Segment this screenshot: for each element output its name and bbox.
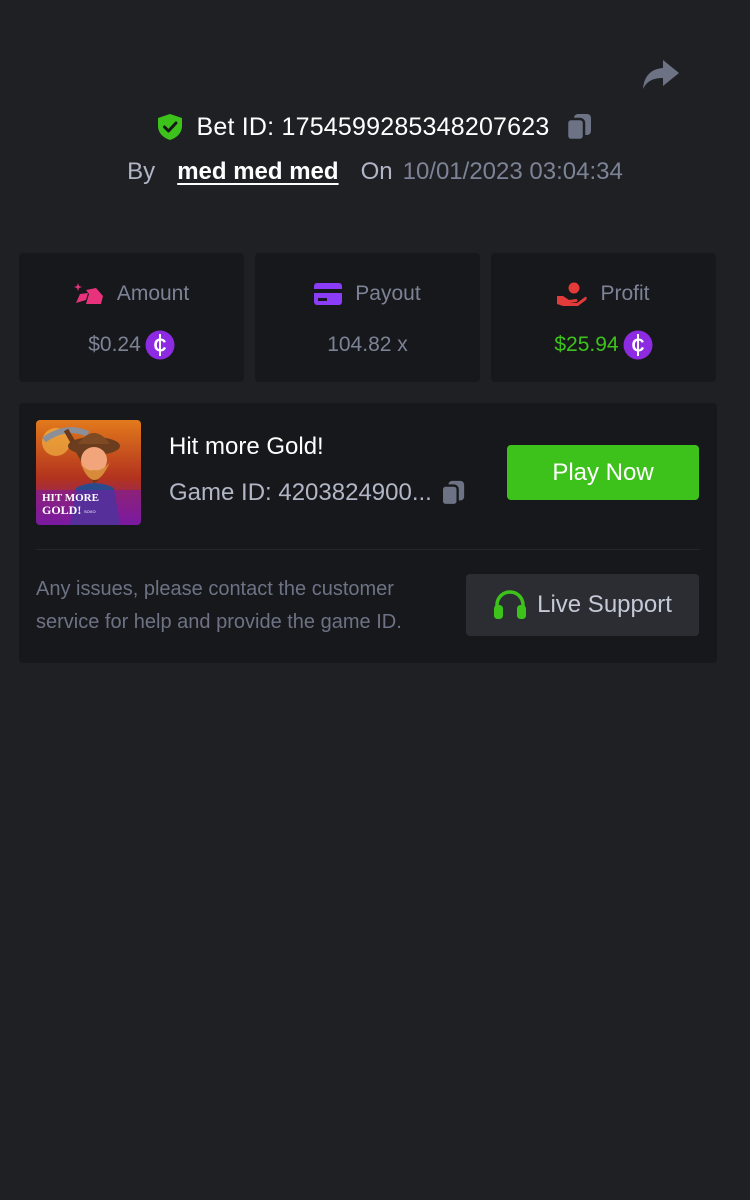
game-title: Hit more Gold! [169, 433, 324, 460]
stat-profit: Profit $25.94 C [491, 253, 716, 382]
svg-text:GOLD!: GOLD! [42, 503, 81, 517]
copy-bet-id-icon[interactable] [565, 112, 593, 142]
bet-id-row: Bet ID: 1754599285348207623 [0, 108, 750, 146]
bet-datetime: 10/01/2023 03:04:34 [402, 158, 623, 185]
stat-payout-value: 104.82 x [327, 333, 408, 356]
by-label: By [127, 158, 156, 185]
verified-shield-icon [157, 114, 182, 140]
coin-icon: C [145, 330, 175, 360]
game-id-row: Game ID: 4203824900... [169, 479, 466, 507]
amount-icon [73, 283, 103, 304]
bet-detail-page: Bet ID: 1754599285348207623 By med med m… [0, 0, 750, 1200]
stat-profit-label: Profit [600, 282, 650, 305]
bet-meta-row: By med med med On 10/01/2023 03:04:34 [0, 154, 750, 190]
svg-text:SOXO: SOXO [84, 509, 96, 514]
profit-hand-icon [557, 282, 588, 306]
card-icon [314, 283, 343, 305]
stat-profit-value: $25.94 [554, 333, 619, 356]
stat-payout: Payout 104.82 x [255, 253, 480, 382]
support-help-text: Any issues, please contact the customer … [36, 578, 402, 633]
username-link[interactable]: med med med [177, 158, 338, 186]
live-support-button[interactable]: Live Support [466, 574, 699, 636]
on-label: On [360, 158, 393, 185]
divider [36, 549, 700, 550]
game-card: HIT MORE GOLD! SOXO Hit more Gold! Game … [19, 403, 717, 663]
play-now-button[interactable]: Play Now [507, 445, 699, 500]
share-icon[interactable] [641, 56, 681, 94]
bet-id-text: Bet ID: 1754599285348207623 [197, 113, 550, 142]
live-support-label: Live Support [537, 591, 672, 618]
bet-stats: Amount $0.24 C Payout [19, 253, 717, 382]
stat-payout-label: Payout [355, 282, 421, 305]
game-thumbnail[interactable]: HIT MORE GOLD! SOXO [36, 420, 141, 525]
copy-game-id-icon[interactable] [440, 479, 466, 507]
bet-id-value: 1754599285348207623 [281, 112, 550, 141]
bet-id-label: Bet ID: [196, 112, 275, 141]
stat-amount-value: $0.24 [88, 333, 141, 356]
headset-icon [494, 590, 527, 619]
game-id-text: Game ID: 4203824900... [169, 479, 432, 506]
stat-amount: Amount $0.24 C [19, 253, 244, 382]
coin-icon: C [623, 330, 653, 360]
stat-amount-label: Amount [116, 282, 190, 305]
